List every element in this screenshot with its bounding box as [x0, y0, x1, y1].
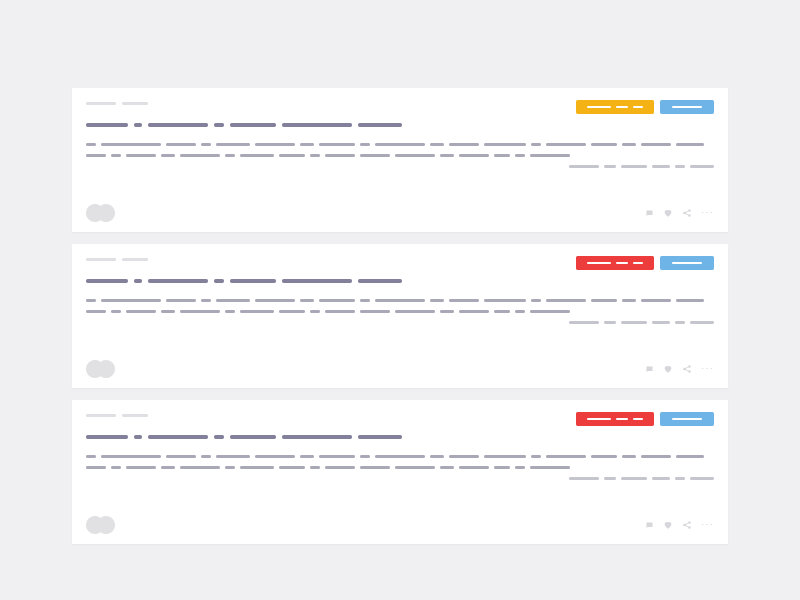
avatar-stack[interactable] — [86, 360, 115, 378]
heart-icon[interactable] — [663, 208, 673, 218]
more-icon[interactable]: ··· — [701, 364, 714, 374]
heart-icon[interactable] — [663, 364, 673, 374]
card-actions: ··· — [644, 520, 714, 530]
secondary-badge[interactable] — [660, 412, 714, 426]
card[interactable]: ··· — [72, 244, 728, 388]
card-meta — [86, 258, 148, 261]
card-title — [86, 123, 714, 127]
avatar — [97, 360, 115, 378]
card-body — [86, 299, 714, 324]
badge-group — [576, 100, 714, 114]
comment-icon[interactable] — [644, 364, 654, 374]
secondary-badge[interactable] — [660, 100, 714, 114]
badge-group — [576, 412, 714, 426]
card-list: ··· ··· ··· — [72, 88, 728, 544]
card-meta — [86, 102, 148, 105]
card-title — [86, 279, 714, 283]
heart-icon[interactable] — [663, 520, 673, 530]
card-meta — [86, 414, 148, 417]
badge-group — [576, 256, 714, 270]
avatar — [97, 204, 115, 222]
comment-icon[interactable] — [644, 520, 654, 530]
secondary-badge[interactable] — [660, 256, 714, 270]
primary-badge[interactable] — [576, 256, 654, 270]
avatar-stack[interactable] — [86, 204, 115, 222]
avatar-stack[interactable] — [86, 516, 115, 534]
card-body — [86, 143, 714, 168]
card-title — [86, 435, 714, 439]
primary-badge[interactable] — [576, 412, 654, 426]
share-icon[interactable] — [682, 364, 692, 374]
primary-badge[interactable] — [576, 100, 654, 114]
card-actions: ··· — [644, 364, 714, 374]
more-icon[interactable]: ··· — [701, 208, 714, 218]
card-actions: ··· — [644, 208, 714, 218]
share-icon[interactable] — [682, 208, 692, 218]
more-icon[interactable]: ··· — [701, 520, 714, 530]
card-body — [86, 455, 714, 480]
card[interactable]: ··· — [72, 400, 728, 544]
avatar — [97, 516, 115, 534]
share-icon[interactable] — [682, 520, 692, 530]
comment-icon[interactable] — [644, 208, 654, 218]
card[interactable]: ··· — [72, 88, 728, 232]
